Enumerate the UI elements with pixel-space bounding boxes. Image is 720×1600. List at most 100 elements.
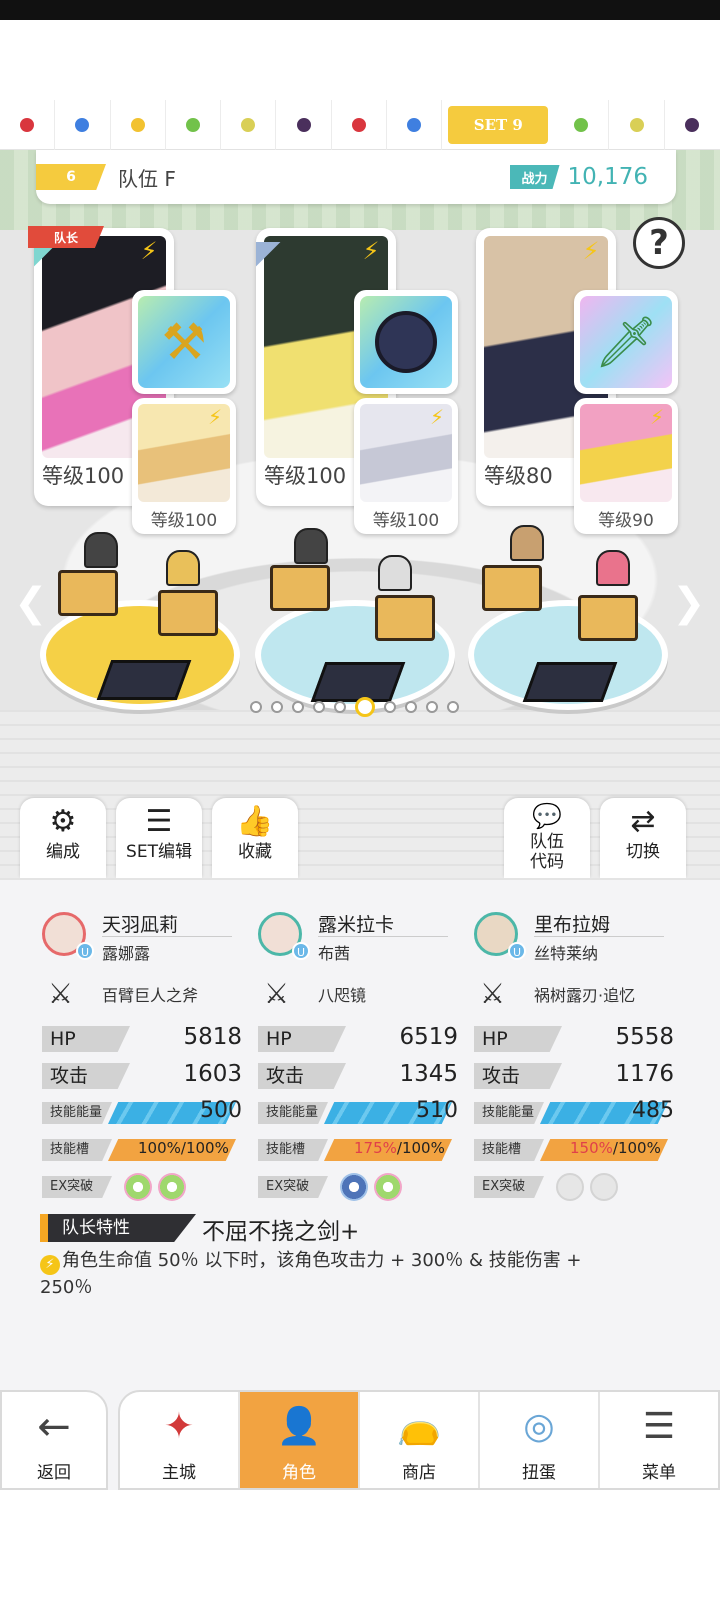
ex-star-icon[interactable] bbox=[340, 1173, 368, 1201]
set-dot bbox=[130, 117, 145, 132]
ex-star-icon[interactable] bbox=[158, 1173, 186, 1201]
page-dot-active[interactable] bbox=[355, 697, 375, 717]
axe-icon: ⚒ bbox=[138, 296, 230, 388]
set-edit-button[interactable]: ☰ SET编辑 bbox=[116, 798, 202, 878]
set-tab-1[interactable] bbox=[0, 99, 56, 150]
nav-main-city[interactable]: ✦ 主城 bbox=[120, 1392, 240, 1488]
set-tab-4[interactable] bbox=[166, 99, 222, 150]
set-tab-6[interactable] bbox=[276, 99, 332, 150]
percent-sign: % bbox=[382, 1139, 397, 1157]
weapon-slot-2[interactable] bbox=[354, 290, 458, 394]
weapon-row: ⚔ 百臂巨人之斧 bbox=[42, 970, 242, 1020]
set-tab-11[interactable] bbox=[609, 99, 665, 150]
set-dot bbox=[351, 117, 366, 132]
set-tab-active[interactable]: SET 9 bbox=[448, 105, 549, 144]
power-value: 10,176 bbox=[567, 164, 648, 190]
nav-menu[interactable]: ☰ 菜单 bbox=[600, 1392, 718, 1488]
lightning-icon: ⚡ bbox=[582, 237, 600, 265]
page-dot[interactable] bbox=[313, 701, 325, 713]
set-tab-8[interactable] bbox=[387, 99, 443, 150]
sub-hero-card-1[interactable]: ⚡ 等级100 bbox=[132, 398, 236, 534]
slot-current: 150 bbox=[570, 1139, 599, 1157]
leader-trait-text: 角色生命值 50％ 以下时，该角色攻击力 + 300％ & 技能伤害 + 250… bbox=[40, 1250, 582, 1298]
hero-stats-3: U 里布拉姆 丝特莱纳 ⚔ 祸树露刃·追忆 HP 5558 攻击 1176 技能… bbox=[474, 910, 674, 1205]
hero-level: 等级100 bbox=[42, 464, 125, 488]
weapon-slot-3[interactable]: 🗡 bbox=[574, 290, 678, 394]
ex-star-icon[interactable] bbox=[124, 1173, 152, 1201]
prev-arrow-icon[interactable]: ❮ bbox=[14, 580, 48, 626]
nav-character[interactable]: 👤 角色 bbox=[240, 1392, 360, 1488]
set-tab-2[interactable] bbox=[55, 99, 111, 150]
atk-value: 1603 bbox=[183, 1061, 242, 1087]
page-dot[interactable] bbox=[405, 701, 417, 713]
nav-gacha[interactable]: ◎ 扭蛋 bbox=[480, 1392, 600, 1488]
hero-name: 露米拉卡 bbox=[318, 914, 395, 936]
ex-row: EX突破 bbox=[474, 1170, 674, 1205]
divider bbox=[318, 936, 448, 937]
sub-hero-card-3[interactable]: ⚡ 等级90 bbox=[574, 398, 678, 534]
ex-empty-icon[interactable] bbox=[590, 1173, 618, 1201]
mirror-icon bbox=[360, 296, 452, 388]
chibi-sprite bbox=[510, 525, 544, 561]
back-arrow-icon: ← bbox=[37, 1404, 71, 1450]
sub-hero-card-2[interactable]: ⚡ 等级100 bbox=[354, 398, 458, 534]
energy-value: 510 bbox=[416, 1098, 458, 1123]
page-dot[interactable] bbox=[250, 701, 262, 713]
page-dot[interactable] bbox=[384, 701, 396, 713]
element-icon: U bbox=[76, 942, 94, 960]
weapon-name: 祸树露刃·追忆 bbox=[534, 986, 636, 1005]
team-pager bbox=[250, 697, 459, 717]
percent-sign: % bbox=[430, 1139, 445, 1157]
team-name[interactable]: 队伍 F bbox=[118, 163, 176, 192]
help-button[interactable]: ? bbox=[633, 217, 685, 269]
sub-hero-level: 等级90 bbox=[598, 511, 654, 531]
formation-label: 编成 bbox=[46, 842, 80, 862]
team-code-label-1: 队伍 bbox=[530, 832, 564, 852]
sub-hero-level: 等级100 bbox=[150, 511, 218, 531]
hp-row: HP 6519 bbox=[258, 1022, 458, 1057]
nav-shop[interactable]: 👝 商店 bbox=[360, 1392, 480, 1488]
page-dot[interactable] bbox=[447, 701, 459, 713]
weapon-icon: ⚔ bbox=[480, 977, 506, 1010]
set-tab-10[interactable] bbox=[554, 99, 610, 150]
menu-icon: ☰ bbox=[642, 1406, 676, 1447]
energy-label: 技能能量 bbox=[258, 1102, 328, 1124]
switch-button[interactable]: ⇄ 切换 bbox=[600, 798, 686, 878]
set-tab-7[interactable] bbox=[332, 99, 388, 150]
sub-hero-name: 布茜 bbox=[318, 944, 351, 963]
weapon-row: ⚔ 八咫镜 bbox=[258, 970, 458, 1020]
formation-button[interactable]: ⚙ 编成 bbox=[20, 798, 106, 878]
slot-value: 150%/100% bbox=[570, 1139, 661, 1157]
page-dot[interactable] bbox=[334, 701, 346, 713]
blade-icon: 🗡 bbox=[580, 296, 672, 388]
system-bar bbox=[0, 1490, 720, 1600]
main-nav: ✦ 主城 👤 角色 👝 商店 ◎ 扭蛋 ☰ 菜单 bbox=[118, 1390, 720, 1490]
weapon-slot-1[interactable]: ⚒ bbox=[132, 290, 236, 394]
chibi-sprite bbox=[166, 550, 200, 586]
set-dot bbox=[296, 117, 311, 132]
rarity-stripe bbox=[256, 242, 296, 282]
hero-level: 等级80 bbox=[484, 464, 553, 488]
set-tab-5[interactable] bbox=[221, 99, 277, 150]
top-spacer bbox=[0, 20, 720, 100]
sub-hero-name: 露娜露 bbox=[102, 944, 151, 963]
back-label: 返回 bbox=[37, 1463, 71, 1483]
hero-header: U 天羽凪莉 露娜露 bbox=[42, 910, 242, 964]
ex-empty-icon[interactable] bbox=[556, 1173, 584, 1201]
set-tab-12[interactable] bbox=[665, 100, 720, 150]
bottom-nav: ← 返回 ✦ 主城 👤 角色 👝 商店 ◎ 扭蛋 ☰ 菜单 bbox=[0, 1390, 720, 1490]
leader-badge: 队长 bbox=[28, 226, 104, 248]
favorite-button[interactable]: 👍 收藏 bbox=[212, 798, 298, 878]
hero-stats-2: U 露米拉卡 布茜 ⚔ 八咫镜 HP 6519 攻击 1345 技能能量 510 bbox=[258, 910, 458, 1205]
ex-star-icon[interactable] bbox=[374, 1173, 402, 1201]
set-tab-3[interactable] bbox=[111, 99, 166, 150]
slot-value: 100%/100% bbox=[138, 1139, 229, 1157]
leader-trait-tag: 队长特性 bbox=[40, 1214, 196, 1242]
page-dot[interactable] bbox=[271, 701, 283, 713]
page-dot[interactable] bbox=[426, 701, 438, 713]
back-button[interactable]: ← 返回 bbox=[0, 1390, 108, 1490]
favorite-label: 收藏 bbox=[238, 842, 272, 862]
page-dot[interactable] bbox=[292, 701, 304, 713]
team-code-button[interactable]: 💬 队伍 代码 bbox=[504, 798, 590, 878]
next-arrow-icon[interactable]: ❯ bbox=[672, 580, 706, 626]
